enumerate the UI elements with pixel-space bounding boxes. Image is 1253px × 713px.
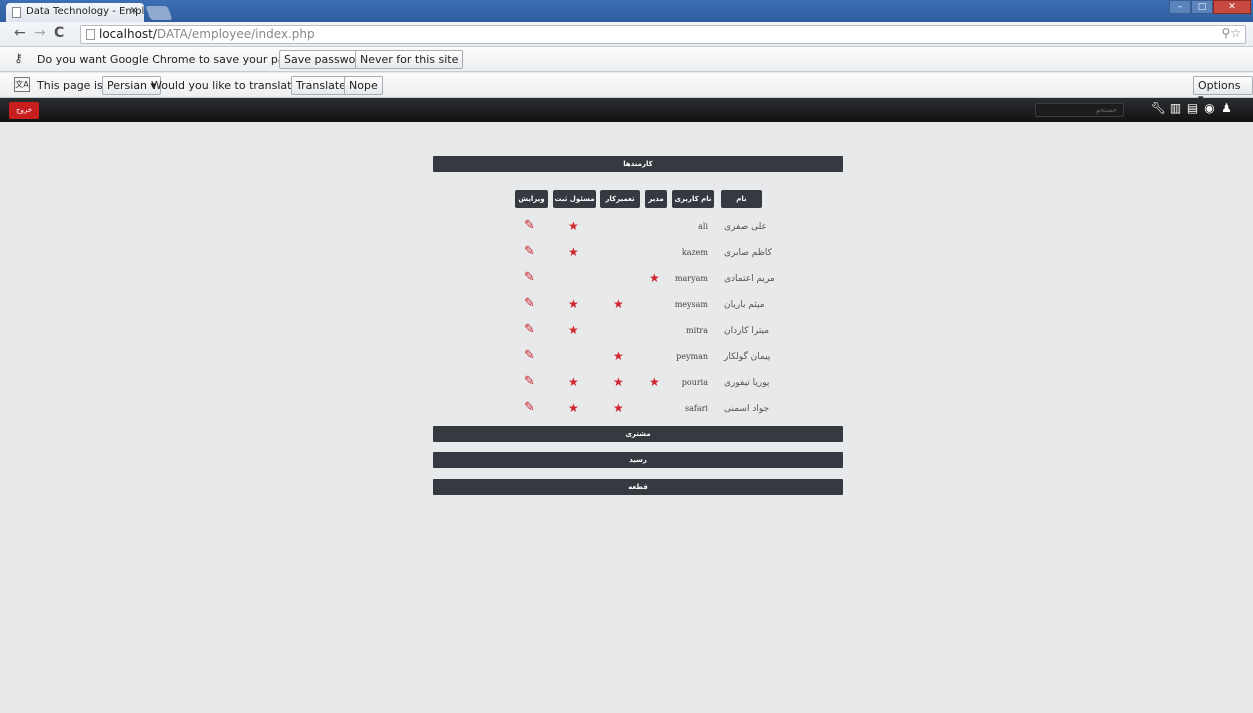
translate-button[interactable]: Translate [291,76,351,95]
table-row: علی صفری ali ★ ✎ [0,218,1253,248]
table-row: مریم اعتمادی maryam ★ ✎ [0,270,1253,300]
maximize-button[interactable]: □ [1191,0,1213,14]
url-path: DATA/employee/index.php [156,27,315,41]
edit-pencil-icon[interactable]: ✎ [524,400,535,415]
employee-name: میترا کاردان [724,326,770,336]
registrar-star-icon: ★ [568,401,579,415]
receipt-section-header[interactable]: رسید [433,452,843,468]
table-row: پیمان گولکار peyman ★ ✎ [0,348,1253,378]
bookmark-star-icon[interactable]: ⚲☆ [1221,26,1241,40]
employee-username: peyman [676,352,708,361]
url-host: localhost/ [99,27,157,41]
browser-tab[interactable]: Data Technology - Emplo × [6,3,144,22]
close-window-button[interactable]: ✕ [1213,0,1251,14]
page-icon [12,7,21,18]
wrench-icon[interactable]: 🔧︎ [1150,101,1167,115]
password-infobar: ⚷ Do you want Google Chrome to save your… [0,47,1253,72]
document-icon[interactable]: ▤ [1184,101,1201,115]
registrar-star-icon: ★ [568,219,579,233]
col-repairman: تعمیرکار [600,190,640,208]
piece-section-header[interactable]: قطعه [433,479,843,495]
col-name: نام [721,190,762,208]
browser-title-bar: Data Technology - Emplo × – □ ✕ [0,0,1253,22]
edit-pencil-icon[interactable]: ✎ [524,244,535,259]
forward-arrow-icon[interactable]: → [34,25,46,41]
repair-star-icon: ★ [613,297,624,311]
registrar-star-icon: ★ [568,297,579,311]
col-username: نام کاربری [672,190,714,208]
translate-icon: 文A [14,77,30,92]
search-input[interactable]: جستجو [1035,103,1124,117]
col-registrar: مسئول ثبت [553,190,596,208]
repair-star-icon: ★ [613,401,624,415]
window-controls: – □ ✕ [1169,0,1251,14]
edit-pencil-icon[interactable]: ✎ [524,270,535,285]
employee-username: meysam [674,300,708,309]
chart-icon[interactable]: ▥ [1167,101,1184,115]
repair-star-icon: ★ [613,349,624,363]
settings-icon[interactable]: ◉ [1201,101,1218,115]
minimize-button[interactable]: – [1169,0,1191,14]
employee-username: safari [685,404,708,413]
employee-username: maryam [674,274,708,283]
nav-icons: 🔧︎ ▥ ▤ ◉ ♟ [1150,101,1235,115]
logout-button[interactable]: خروج [9,102,39,119]
manager-star-icon: ★ [649,375,660,389]
translate-infobar: 文A This page is in Persian ▾ Would you l… [0,73,1253,105]
edit-pencil-icon[interactable]: ✎ [524,348,535,363]
table-row: کاظم صابری kazem ★ ✎ [0,244,1253,274]
manager-star-icon: ★ [649,271,660,285]
edit-pencil-icon[interactable]: ✎ [524,374,535,389]
employee-username: mitra [686,326,708,335]
browser-toolbar: ← → C localhost/DATA/employee/index.php … [0,22,1253,47]
employee-username: ali [698,222,708,231]
options-button[interactable]: Options ▾ [1193,76,1253,105]
registrar-star-icon: ★ [568,245,579,259]
key-icon: ⚷ [14,51,23,65]
tab-close-icon[interactable]: × [130,5,138,16]
employee-name: علی صفری [724,222,767,232]
page-icon [86,29,95,40]
employee-name: مریم اعتمادی [724,274,775,284]
employee-name: کاظم صابری [724,248,772,258]
employee-name: پوریا تیفوری [724,378,770,388]
new-tab-button[interactable] [145,6,173,20]
customer-section-header[interactable]: مشتری [433,426,843,442]
employee-username: pouria [681,378,708,387]
nope-button[interactable]: Nope [344,76,383,95]
edit-pencil-icon[interactable]: ✎ [524,218,535,233]
col-edit: ویرایش [515,190,548,208]
edit-pencil-icon[interactable]: ✎ [524,322,535,337]
never-save-button[interactable]: Never for this site [355,50,464,69]
registrar-star-icon: ★ [568,375,579,389]
back-arrow-icon[interactable]: ← [14,25,26,41]
edit-pencil-icon[interactable]: ✎ [524,296,535,311]
table-row: پوریا تیفوری pouria ★ ★ ★ ✎ [0,374,1253,404]
col-manager: مدیر [645,190,667,208]
employee-name: جواد اسمنی [724,404,770,414]
employee-name: میثم باریان [724,300,765,310]
repair-star-icon: ★ [613,375,624,389]
user-icon[interactable]: ♟ [1218,101,1235,115]
tab-title: Data Technology - Emplo [26,6,144,17]
employee-username: kazem [681,248,708,257]
registrar-star-icon: ★ [568,323,579,337]
address-bar[interactable]: localhost/DATA/employee/index.php ⚲☆ [80,25,1246,44]
employees-section-header[interactable]: کارمندها [433,156,843,172]
table-row: میترا کاردان mitra ★ ✎ [0,322,1253,352]
employee-name: پیمان گولکار [724,352,771,362]
table-row: میثم باریان meysam ★ ★ ✎ [0,296,1253,326]
reload-icon[interactable]: C [54,25,64,41]
